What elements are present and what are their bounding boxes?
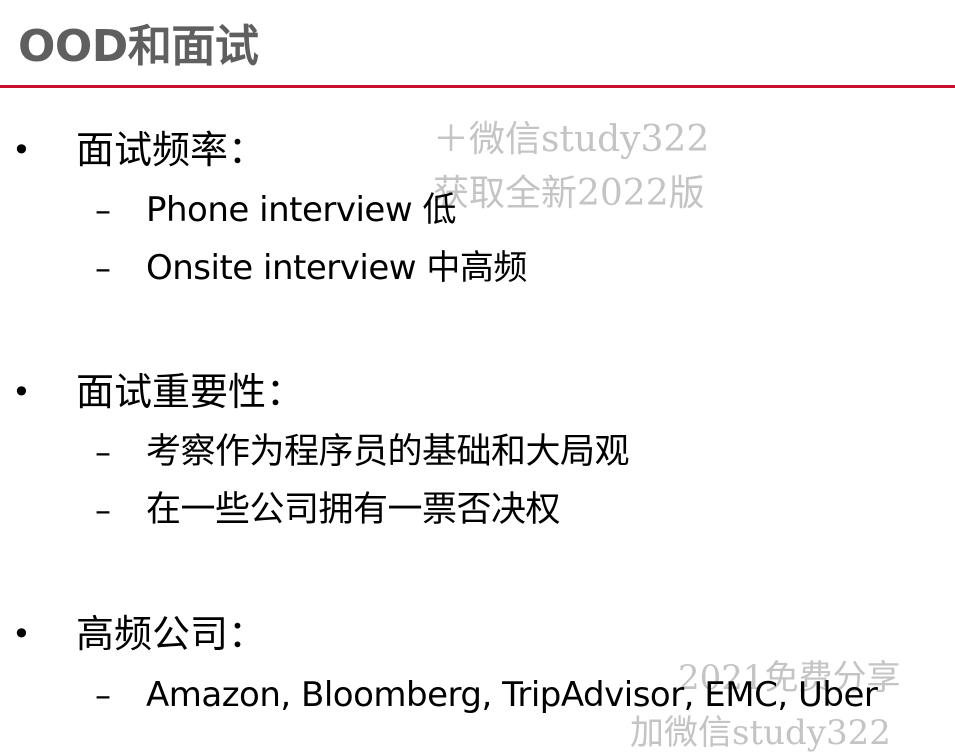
bullet-marker: • bbox=[12, 131, 31, 169]
sub-item-marker: – bbox=[95, 191, 111, 229]
slide-content: • 面试频率： – Phone interview 低 – Onsite int… bbox=[0, 0, 955, 729]
bullet-marker: • bbox=[12, 373, 31, 411]
sub-item-text: Onsite interview 中高频 bbox=[146, 248, 527, 288]
sub-item-marker: – bbox=[95, 491, 111, 529]
sub-item-marker: – bbox=[95, 249, 111, 287]
bullet-heading: 高频公司： bbox=[76, 612, 267, 656]
sub-item-text: Amazon, Bloomberg, TripAdvisor, EMC, Ube… bbox=[146, 675, 878, 715]
sub-item-text: Phone interview 低 bbox=[146, 190, 456, 230]
bullet-marker: • bbox=[12, 615, 31, 653]
sub-item-text: 考察作为程序员的基础和大局观 bbox=[146, 432, 630, 472]
bullet-heading: 面试频率： bbox=[76, 128, 267, 172]
sub-item-marker: – bbox=[95, 676, 111, 714]
sub-item-marker: – bbox=[95, 433, 111, 471]
sub-item-text: 在一些公司拥有一票否决权 bbox=[146, 490, 561, 530]
bullet-heading: 面试重要性： bbox=[76, 370, 305, 414]
